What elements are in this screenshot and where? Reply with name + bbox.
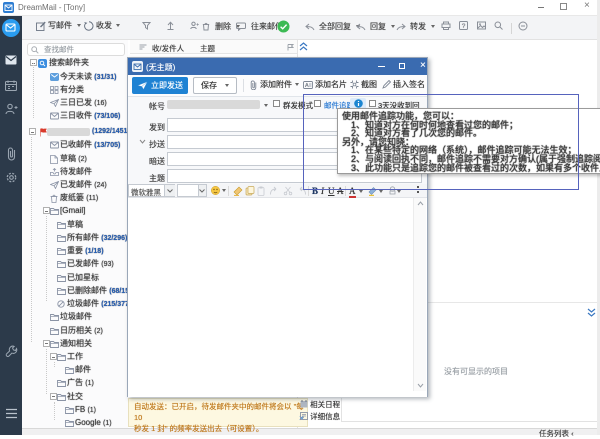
svg-text:A: A [305, 83, 309, 89]
svg-text:?: ? [462, 23, 466, 30]
